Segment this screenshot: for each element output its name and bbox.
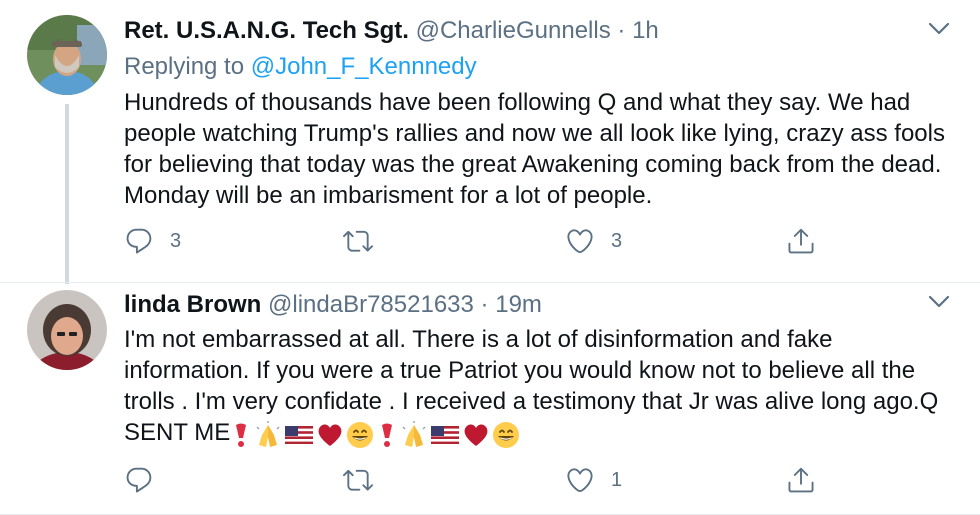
retweet-icon: [343, 226, 373, 256]
us-flag-icon: [285, 425, 314, 444]
avatar[interactable]: [27, 15, 107, 95]
praying-hands-icon: [402, 420, 426, 447]
timestamp[interactable]: 1h: [632, 17, 659, 44]
share-icon: [786, 465, 816, 495]
avatar[interactable]: [27, 290, 107, 370]
tweet-header: linda Brown @lindaBr78521633 · 19m: [124, 290, 542, 320]
replying-to-label: Replying to: [124, 53, 245, 80]
timestamp[interactable]: 19m: [495, 291, 542, 318]
tweet-header: Ret. U.S.A.N.G. Tech Sgt. @CharlieGunnel…: [124, 16, 659, 46]
tweet-text-container: I'm not embarrassed at all. There is a l…: [124, 324, 960, 449]
mention-link[interactable]: @John_F_Kennnedy: [251, 53, 477, 80]
exclamation-icon: [382, 423, 393, 447]
share-button[interactable]: [786, 463, 816, 497]
exclamation-icon: [236, 423, 247, 447]
tweet-actions: 1: [124, 463, 824, 497]
reply-button[interactable]: 3: [124, 224, 181, 258]
reply-button[interactable]: [124, 463, 170, 497]
tweet[interactable]: linda Brown @lindaBr78521633 · 19m I'm n…: [0, 283, 980, 515]
display-name[interactable]: linda Brown: [124, 291, 261, 318]
praying-hands-icon: [256, 420, 280, 447]
like-button[interactable]: 3: [565, 224, 622, 258]
like-count: 1: [611, 468, 623, 491]
heart-icon: [464, 424, 488, 446]
share-button[interactable]: [786, 224, 816, 258]
tweet[interactable]: Ret. U.S.A.N.G. Tech Sgt. @CharlieGunnel…: [0, 0, 980, 284]
share-icon: [786, 226, 816, 256]
display-name[interactable]: Ret. U.S.A.N.G. Tech Sgt.: [124, 17, 409, 44]
tweet-actions: 3 3: [124, 224, 824, 258]
reply-icon: [124, 226, 154, 256]
us-flag-icon: [431, 425, 460, 444]
reply-icon: [124, 465, 154, 495]
chevron-down-icon[interactable]: [928, 22, 950, 36]
reply-count: 3: [170, 229, 182, 252]
retweet-icon: [343, 465, 373, 495]
grinning-face-icon: [493, 421, 520, 448]
retweet-button[interactable]: [343, 463, 389, 497]
separator: ·: [480, 291, 489, 318]
emoji-row: [230, 418, 522, 449]
username[interactable]: @lindaBr78521633: [268, 291, 474, 318]
username[interactable]: @CharlieGunnells: [416, 17, 611, 44]
heart-outline-icon: [565, 465, 595, 495]
like-button[interactable]: 1: [565, 463, 622, 497]
grinning-face-icon: [347, 421, 374, 448]
separator: ·: [617, 17, 626, 44]
thread-connector-line: [65, 104, 69, 284]
chevron-down-icon[interactable]: [928, 295, 950, 309]
like-count: 3: [611, 229, 623, 252]
replying-to: Replying to @John_F_Kennnedy: [124, 52, 477, 82]
retweet-button[interactable]: [343, 224, 389, 258]
heart-outline-icon: [565, 226, 595, 256]
heart-icon: [318, 424, 342, 446]
tweet-text: Hundreds of thousands have been followin…: [124, 89, 945, 209]
